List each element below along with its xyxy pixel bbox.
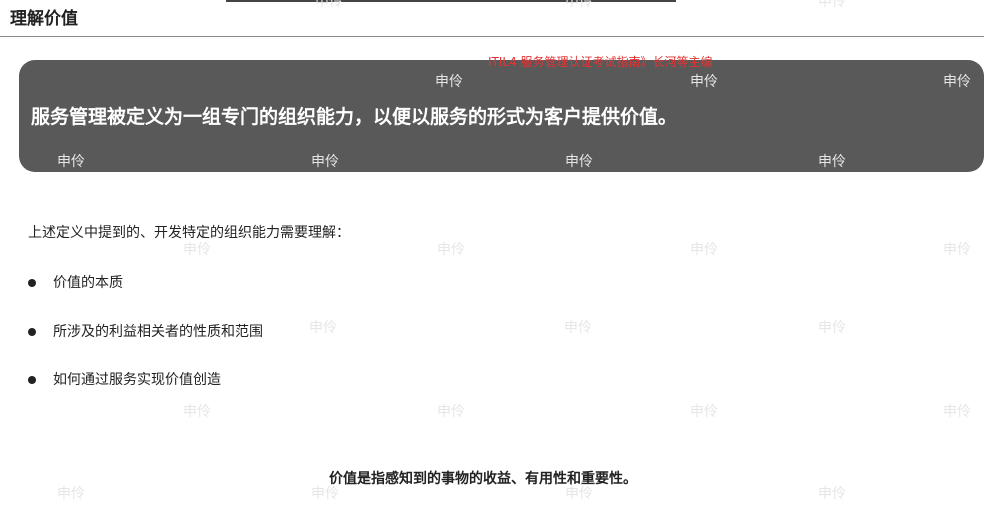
- watermark-text: 申伶: [565, 486, 593, 502]
- definition-banner: 服务管理被定义为一组专门的组织能力，以便以服务的形式为客户提供价值。: [19, 60, 984, 172]
- source-note: ITIL4 服务管理认证考试指南》长河等主编: [488, 55, 713, 69]
- bullet-text: 价值的本质: [53, 275, 123, 291]
- watermark-text: 申伶: [437, 404, 465, 420]
- watermark-text: 申伶: [437, 242, 465, 258]
- bullet-dot-icon: [28, 376, 36, 384]
- watermark-text: 申伶: [311, 486, 339, 502]
- watermark-text: 申伶: [183, 242, 211, 258]
- watermark-text: 申伶: [309, 320, 337, 336]
- watermark-text: 申伶: [943, 242, 971, 258]
- bullet-item-value-nature: 价值的本质: [28, 274, 123, 292]
- watermark-text: 申伶: [943, 404, 971, 420]
- page-title: 理解价值: [10, 9, 78, 29]
- bullet-text: 如何通过服务实现价值创造: [53, 372, 221, 388]
- definition-text: 服务管理被定义为一组专门的组织能力，以便以服务的形式为客户提供价值。: [31, 106, 678, 128]
- bullet-text: 所涉及的利益相关者的性质和范围: [53, 324, 263, 340]
- bullet-item-value-creation: 如何通过服务实现价值创造: [28, 371, 221, 389]
- page-header: 理解价值: [0, 0, 984, 37]
- watermark-text: 申伶: [690, 242, 718, 258]
- bullet-item-stakeholders: 所涉及的利益相关者的性质和范围: [28, 323, 263, 341]
- closing-statement: 价值是指感知到的事物的收益、有用性和重要性。: [329, 471, 637, 487]
- watermark-text: 申伶: [564, 320, 592, 336]
- watermark-text: 申伶: [690, 404, 718, 420]
- watermark-text: 申伶: [57, 486, 85, 502]
- intro-text: 上述定义中提到的、开发特定的组织能力需要理解：: [28, 225, 350, 241]
- watermark-text: 申伶: [183, 404, 211, 420]
- watermark-text: 申伶: [818, 320, 846, 336]
- watermark-text: 申伶: [818, 486, 846, 502]
- bullet-dot-icon: [28, 279, 36, 287]
- bullet-dot-icon: [28, 328, 36, 336]
